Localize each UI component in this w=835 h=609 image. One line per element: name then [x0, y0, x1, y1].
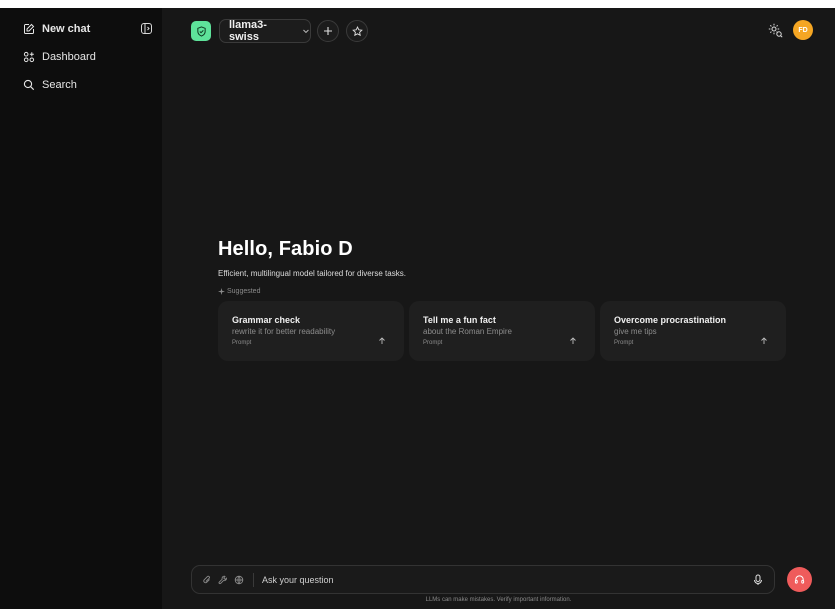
microphone-icon[interactable] — [752, 574, 764, 586]
shield-icon[interactable] — [191, 21, 211, 41]
arrow-up-icon — [379, 337, 385, 344]
sidebar: New chat Dashboard Search — [0, 8, 162, 609]
avatar-initials: FD — [798, 26, 808, 34]
welcome-section: Hello, Fabio D Efficient, multilingual m… — [218, 238, 786, 361]
chevron-down-icon — [303, 29, 309, 34]
avatar[interactable]: FD — [793, 20, 813, 40]
sidebar-item-dashboard[interactable]: Dashboard — [0, 43, 162, 71]
headset-icon — [794, 575, 805, 584]
card-subtitle: about the Roman Empire — [423, 327, 512, 336]
dashboard-icon — [23, 51, 35, 63]
suggested-label: Suggested — [218, 288, 786, 295]
sidebar-item-label: Dashboard — [42, 51, 96, 63]
suggestion-card-fun-fact[interactable]: Tell me a fun fact about the Roman Empir… — [409, 301, 595, 361]
suggestion-card-procrastination[interactable]: Overcome procrastination give me tips Pr… — [600, 301, 786, 361]
sidebar-item-label: Search — [42, 79, 77, 91]
web-search-icon[interactable] — [234, 575, 244, 585]
compose-icon — [23, 23, 35, 35]
card-subtitle: give me tips — [614, 327, 657, 336]
arrow-up-icon — [570, 337, 576, 344]
divider — [253, 572, 254, 587]
suggestion-card-grammar-check[interactable]: Grammar check rewrite it for better read… — [218, 301, 404, 361]
message-composer — [191, 565, 775, 594]
card-title: Overcome procrastination — [614, 315, 727, 325]
voice-call-button[interactable] — [787, 567, 812, 592]
sidebar-item-search[interactable]: Search — [0, 71, 162, 99]
search-icon — [23, 79, 35, 91]
sidebar-item-new-chat[interactable]: New chat — [0, 15, 162, 43]
sidebar-item-label: New chat — [42, 23, 91, 35]
model-selector[interactable]: llama3-swiss — [219, 19, 311, 43]
suggestion-cards: Grammar check rewrite it for better read… — [218, 301, 786, 361]
sidebar-toggle-icon[interactable] — [140, 22, 153, 35]
settings-icon[interactable] — [767, 22, 783, 38]
favorite-button[interactable] — [346, 20, 368, 42]
question-input[interactable] — [262, 574, 752, 585]
card-title: Tell me a fun fact — [423, 315, 496, 325]
plus-icon — [324, 27, 332, 35]
app-window: New chat Dashboard Search llama3-swiss F… — [0, 8, 835, 609]
main-area: llama3-swiss FD Hello, Fabio D Efficient… — [162, 8, 835, 609]
sparkle-icon — [218, 288, 225, 295]
model-description: Efficient, multilingual model tailored f… — [218, 269, 406, 278]
arrow-up-icon — [761, 337, 767, 344]
card-subtitle: rewrite it for better readability — [232, 327, 336, 336]
star-icon — [351, 25, 363, 36]
card-title: Grammar check — [232, 315, 301, 325]
disclaimer-text: LLMs can make mistakes. Verify important… — [425, 597, 572, 603]
top-bar: llama3-swiss FD — [162, 8, 835, 50]
model-name: llama3-swiss — [229, 19, 267, 43]
add-model-button[interactable] — [317, 20, 339, 42]
greeting-title: Hello, Fabio D — [218, 238, 353, 260]
attach-icon[interactable] — [202, 575, 212, 585]
tools-icon[interactable] — [218, 575, 228, 585]
